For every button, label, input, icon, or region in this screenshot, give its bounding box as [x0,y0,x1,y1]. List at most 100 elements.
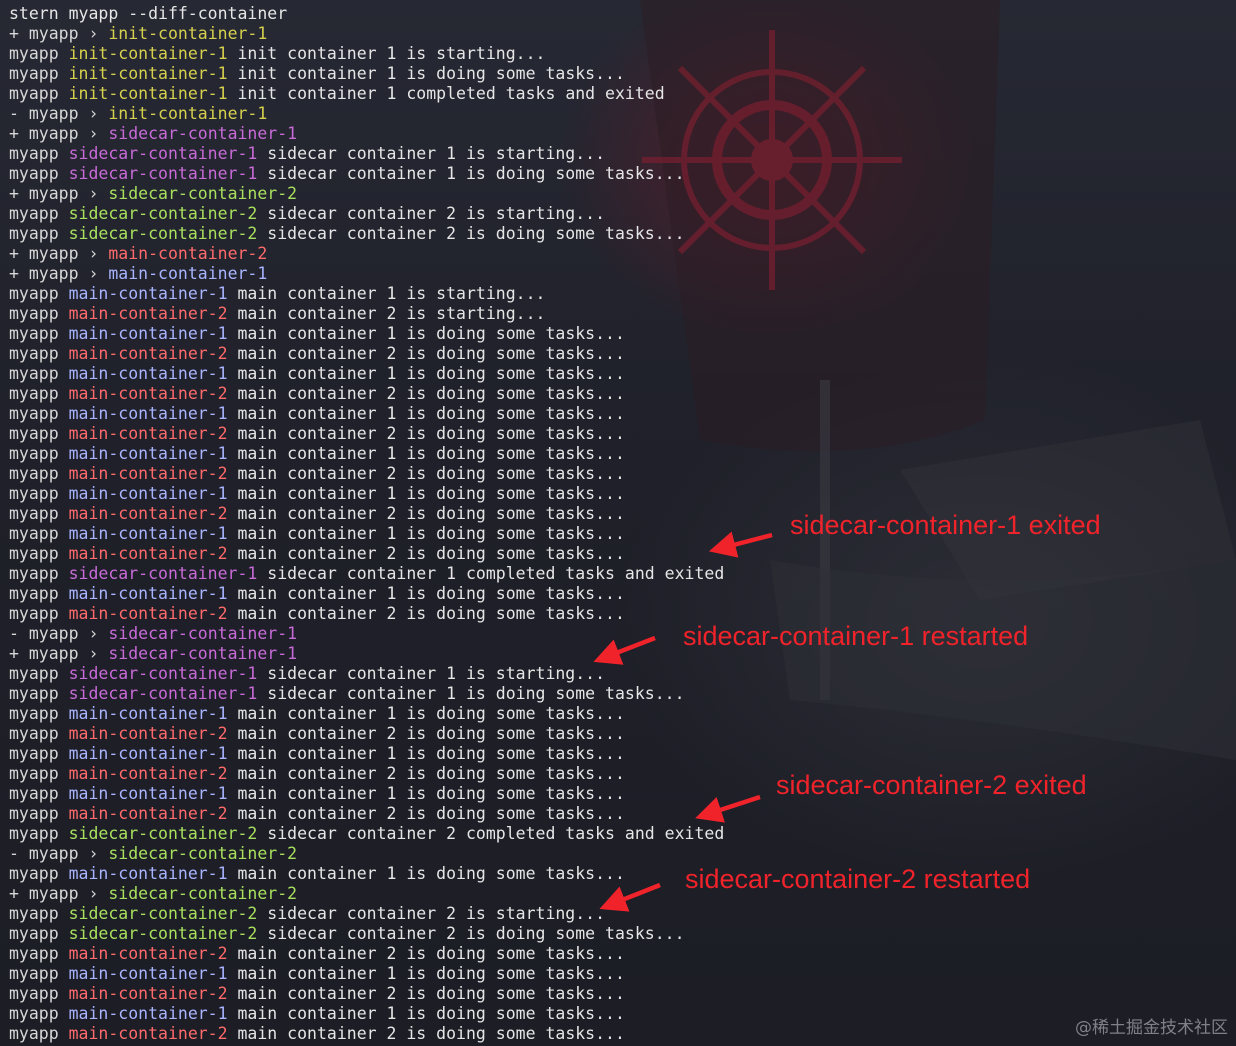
log-line: myapp sidecar-container-1 sidecar contai… [9,684,724,704]
log-message: main container 1 is doing some tasks... [237,364,625,383]
log-line: myapp init-container-1 init container 1 … [9,84,724,104]
container-name: main-container-2 [68,804,228,823]
terminal-window[interactable]: stern myapp --diff-container + myapp › in… [0,0,1236,1046]
log-line: myapp sidecar-container-1 sidecar contai… [9,164,724,184]
pod-name: myapp [9,724,59,743]
command-text: stern myapp --diff-container [9,4,288,23]
container-name: main-container-2 [68,504,228,523]
separator-icon: › [88,184,99,203]
event-sign: + [9,184,19,203]
log-message: main container 2 is doing some tasks... [237,504,625,523]
log-line: myapp sidecar-container-2 sidecar contai… [9,204,724,224]
pod-name: myapp [9,784,59,803]
pod-name: myapp [9,924,59,943]
log-message: sidecar container 2 is doing some tasks.… [267,224,685,243]
log-message: main container 2 is doing some tasks... [237,764,625,783]
pod-name: myapp [9,464,59,483]
pod-name: myapp [9,824,59,843]
container-name: sidecar-container-1 [68,164,258,183]
separator-icon: › [88,844,99,863]
separator-icon: › [88,884,99,903]
log-message: main container 1 is doing some tasks... [237,1004,625,1023]
log-line: + myapp › sidecar-container-1 [9,124,724,144]
pod-name: myapp [9,304,59,323]
log-message: main container 1 is doing some tasks... [237,584,625,603]
log-message: main container 2 is doing some tasks... [237,1024,625,1043]
event-sign: + [9,264,19,283]
log-line: myapp main-container-2 main container 2 … [9,1024,724,1044]
log-line: myapp main-container-2 main container 2 … [9,604,724,624]
pod-name: myapp [9,64,59,83]
log-line: myapp main-container-2 main container 2 … [9,304,724,324]
log-line: + myapp › main-container-1 [9,264,724,284]
container-name: main-container-1 [68,484,228,503]
event-sign: - [9,844,19,863]
container-name: main-container-1 [68,784,228,803]
annotation-sidecar2-restarted: sidecar-container-2 restarted [685,864,1031,894]
container-name: sidecar-container-2 [68,904,258,923]
log-message: main container 2 is doing some tasks... [237,604,625,623]
log-message: sidecar container 2 is doing some tasks.… [267,924,685,943]
pod-name: myapp [9,984,59,1003]
container-name: sidecar-container-1 [68,564,258,583]
pod-name: myapp [9,684,59,703]
pod-name: myapp [28,124,79,143]
container-name: init-container-1 [68,64,228,83]
log-line: myapp sidecar-container-2 sidecar contai… [9,824,724,844]
container-name: main-container-2 [68,464,228,483]
log-message: main container 2 is doing some tasks... [237,344,625,363]
separator-icon: › [88,104,99,123]
log-line: myapp main-container-1 main container 1 … [9,1004,724,1024]
log-line: myapp main-container-2 main container 2 … [9,424,724,444]
pod-name: myapp [9,224,59,243]
event-sign: + [9,244,19,263]
log-message: sidecar container 1 is doing some tasks.… [267,684,685,703]
pod-name: myapp [9,404,59,423]
container-name: main-container-1 [108,264,268,283]
annotation-sidecar2-exited: sidecar-container-2 exited [776,770,1087,800]
log-line: myapp main-container-1 main container 1 … [9,964,724,984]
log-message: main container 1 is doing some tasks... [237,704,625,723]
log-message: main container 2 is doing some tasks... [237,804,625,823]
log-line: myapp main-container-2 main container 2 … [9,464,724,484]
log-message: main container 2 is doing some tasks... [237,464,625,483]
log-message: init container 1 completed tasks and exi… [237,84,665,103]
container-name: sidecar-container-1 [68,684,258,703]
log-line: myapp sidecar-container-1 sidecar contai… [9,144,724,164]
pod-name: myapp [9,604,59,623]
log-line: myapp main-container-1 main container 1 … [9,364,724,384]
log-message: sidecar container 2 is starting... [267,204,606,223]
log-message: sidecar container 1 is starting... [267,664,606,683]
log-message: main container 2 is doing some tasks... [237,544,625,563]
container-name: main-container-2 [68,544,228,563]
log-line: - myapp › init-container-1 [9,104,724,124]
pod-name: myapp [9,1024,59,1043]
pod-name: myapp [9,904,59,923]
pod-name: myapp [9,804,59,823]
separator-icon: › [88,264,99,283]
log-message: main container 1 is doing some tasks... [237,484,625,503]
pod-name: myapp [28,264,79,283]
log-message: sidecar container 1 is starting... [267,144,606,163]
container-name: main-container-1 [68,404,228,423]
pod-name: myapp [9,364,59,383]
log-line: + myapp › init-container-1 [9,24,724,44]
log-line: + myapp › sidecar-container-2 [9,884,724,904]
pod-name: myapp [9,544,59,563]
pod-name: myapp [28,884,79,903]
pod-name: myapp [9,864,59,883]
log-message: main container 2 is starting... [237,304,546,323]
log-message: main container 1 is doing some tasks... [237,864,625,883]
container-name: main-container-1 [68,1004,228,1023]
log-message: sidecar container 2 completed tasks and … [267,824,725,843]
log-message: main container 2 is doing some tasks... [237,944,625,963]
pod-name: myapp [9,564,59,583]
event-sign: + [9,884,19,903]
pod-name: myapp [9,164,59,183]
watermark-text: @稀土掘金技术社区 [1075,1018,1228,1038]
container-name: main-container-2 [68,344,228,363]
container-name: sidecar-container-2 [108,884,298,903]
container-name: sidecar-container-2 [108,184,298,203]
event-sign: + [9,24,19,43]
log-line: myapp main-container-2 main container 2 … [9,504,724,524]
